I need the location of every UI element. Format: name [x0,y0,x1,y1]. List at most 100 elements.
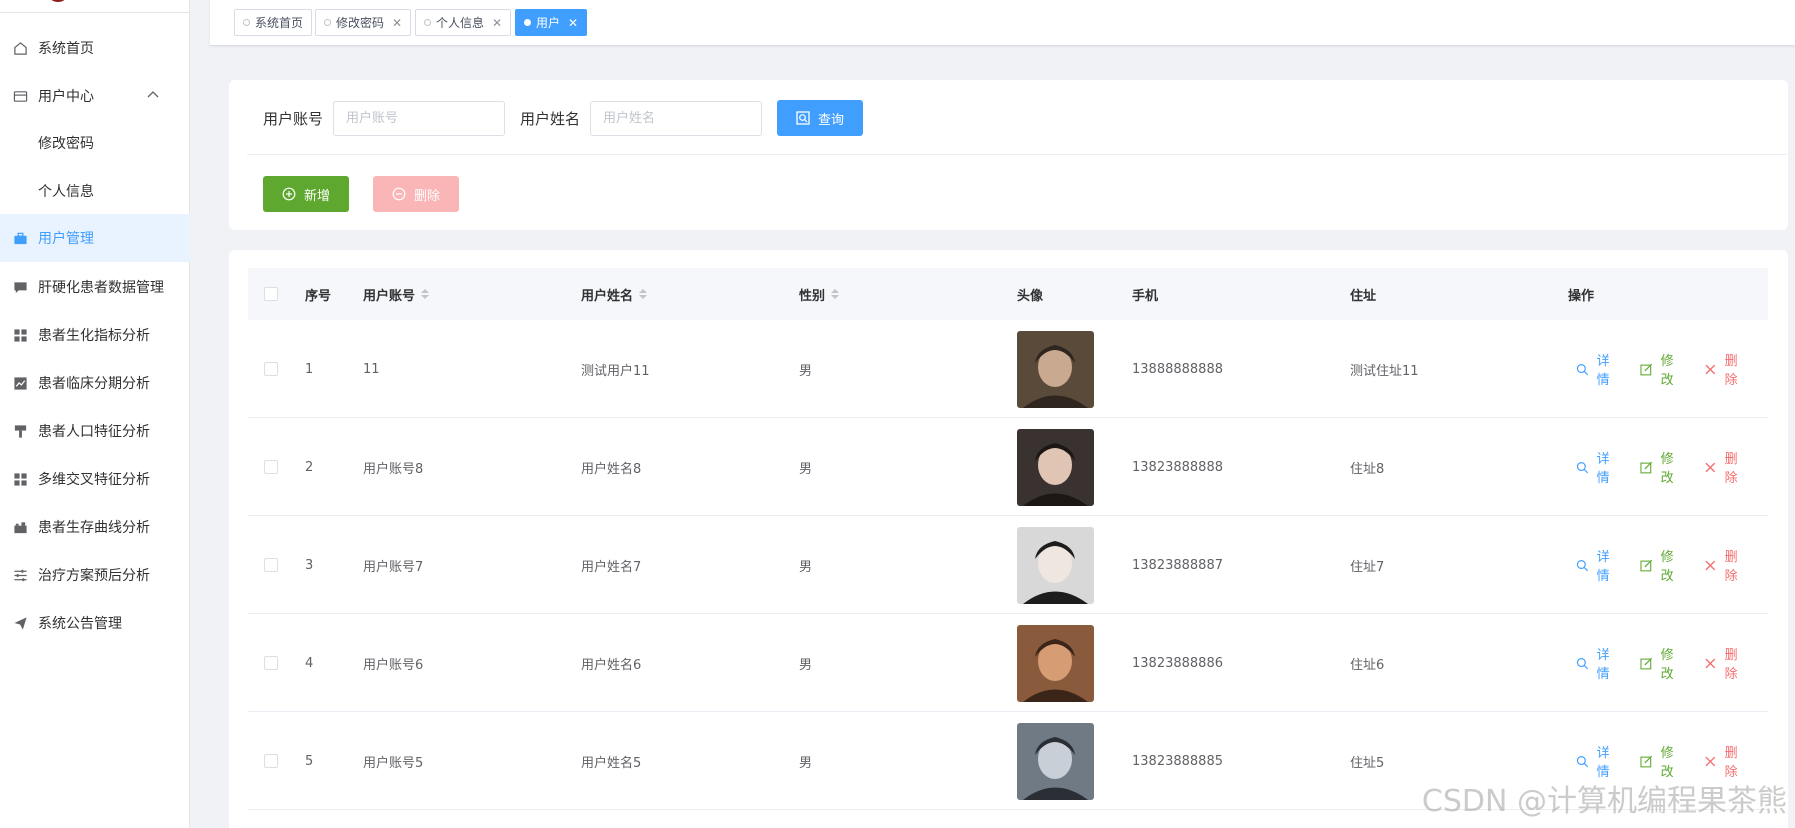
minus-circle-icon [392,187,406,201]
batch-delete-button-label: 删除 [413,188,440,204]
batch-delete-button[interactable]: 删除 [373,176,459,212]
edit-label: 修改 [1660,550,1674,584]
sidebar-item-cross-analysis[interactable]: 多维交叉特征分析 [0,455,190,503]
account-search-input[interactable] [333,101,505,136]
tag-label: 个人信息 [436,16,485,30]
cell-account: 11 [363,361,380,377]
detail-button[interactable]: 详情 [1576,644,1622,682]
detail-button[interactable]: 详情 [1576,546,1622,584]
row-checkbox[interactable] [264,460,278,474]
brush-icon [12,423,28,439]
tag-home[interactable]: 系统首页 [234,9,313,36]
sidebar-item-user-center[interactable]: 用户中心 [0,72,190,120]
row-checkbox[interactable] [264,558,278,572]
sidebar-item-label: 患者临床分期分析 [38,376,150,392]
edit-button[interactable]: 修改 [1640,448,1686,486]
cell-gender: 男 [799,657,813,673]
edit-button[interactable]: 修改 [1640,742,1686,780]
name-search-input[interactable] [590,101,762,136]
header-gender[interactable]: 性别 [799,268,840,320]
delete-button[interactable]: 删除 [1704,644,1750,682]
delete-button[interactable]: 删除 [1704,350,1750,388]
sidebar-item-label: 用户中心 [38,89,94,105]
sidebar-item-treatment-prognosis[interactable]: 治疗方案预后分析 [0,551,190,599]
avatar[interactable] [1017,624,1094,702]
delete-button[interactable]: 删除 [1704,742,1750,780]
cell-phone: 13888888888 [1132,361,1223,377]
sort-icon[interactable] [421,289,430,299]
avatar[interactable] [1017,330,1094,408]
sliders-icon [12,567,28,583]
tag-profile[interactable]: 个人信息 ✕ [415,9,512,36]
sidebar-item-label: 多维交叉特征分析 [38,472,150,488]
row-checkbox[interactable] [264,656,278,670]
cell-account: 用户账号8 [363,461,424,477]
cell-account: 用户账号6 [363,657,424,673]
cell-name: 用户姓名6 [581,657,642,673]
sidebar-item-profile[interactable]: 个人信息 [0,167,190,215]
close-icon[interactable]: ✕ [492,16,502,30]
cell-index: 2 [305,459,314,475]
tag-user[interactable]: 用户 ✕ [515,9,588,36]
edit-label: 修改 [1660,648,1674,682]
sidebar-item-demographics[interactable]: 患者人口特征分析 [0,407,190,455]
sidebar-item-home[interactable]: 系统首页 [0,24,190,72]
cell-avatar [1017,712,1094,810]
delete-label: 删除 [1724,452,1738,486]
avatar[interactable] [1017,428,1094,506]
close-icon[interactable]: ✕ [568,16,578,30]
sort-icon[interactable] [639,289,648,299]
row-checkbox[interactable] [264,754,278,768]
detail-button[interactable]: 详情 [1576,350,1622,388]
edit-button[interactable]: 修改 [1640,350,1686,388]
row-checkbox-cell [264,516,278,614]
detail-button[interactable]: 详情 [1576,742,1622,780]
grid-icon [12,327,28,343]
delete-button[interactable]: 删除 [1704,546,1750,584]
header-label: 用户账号 [363,288,416,304]
delete-label: 删除 [1724,746,1738,780]
cell-actions: 详情 修改 删除 [1576,614,1768,712]
cell-index: 3 [305,557,314,573]
header-account[interactable]: 用户账号 [363,268,430,320]
sidebar-item-biochem-analysis[interactable]: 患者生化指标分析 [0,311,190,359]
sidebar-item-user-management[interactable]: 用户管理 [0,214,190,262]
avatar[interactable] [1017,722,1094,800]
sidebar-item-survival-curve[interactable]: 患者生存曲线分析 [0,503,190,551]
edit-icon [1640,657,1653,669]
delete-label: 删除 [1724,550,1738,584]
header-name[interactable]: 用户姓名 [581,268,648,320]
search-icon [796,111,810,125]
cell-gender: 男 [799,755,813,771]
cell-address: 测试住址11 [1350,363,1419,379]
sort-icon[interactable] [831,289,840,299]
delete-button[interactable]: 删除 [1704,448,1750,486]
header-label: 用户姓名 [581,288,634,304]
briefcase-icon [12,230,28,246]
send-icon [12,615,28,631]
tag-dot-icon [324,19,331,26]
table-row: 1 11 测试用户11 男 13888888888 测试住址11 详情 修改 删… [248,320,1768,418]
detail-button[interactable]: 详情 [1576,448,1622,486]
detail-label: 详情 [1596,746,1610,780]
avatar[interactable] [1017,526,1094,604]
edit-button[interactable]: 修改 [1640,546,1686,584]
close-icon[interactable]: ✕ [392,16,402,30]
query-button-label: 查询 [817,112,844,128]
sidebar-item-patient-data[interactable]: 肝硬化患者数据管理 [0,263,190,311]
sidebar-item-announcements[interactable]: 系统公告管理 [0,599,190,647]
sidebar-item-clinical-stage[interactable]: 患者临床分期分析 [0,359,190,407]
cell-account: 用户账号7 [363,559,424,575]
tag-change-password[interactable]: 修改密码 ✕ [315,9,412,36]
tag-label: 用户 [536,16,561,30]
row-checkbox[interactable] [264,362,278,376]
camera-icon [12,519,28,535]
detail-label: 详情 [1596,452,1610,486]
query-button[interactable]: 查询 [777,100,863,136]
add-button[interactable]: 新增 [263,176,349,212]
sidebar-item-change-password[interactable]: 修改密码 [0,119,190,167]
select-all-checkbox[interactable] [264,287,278,301]
cell-name: 用户姓名5 [581,755,642,771]
search-icon [1576,559,1589,571]
edit-button[interactable]: 修改 [1640,644,1686,682]
